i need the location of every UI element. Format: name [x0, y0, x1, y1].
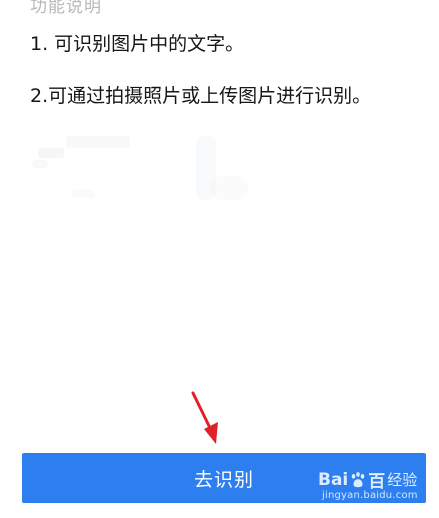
- feature-item-1: 1. 可识别图片中的文字。: [30, 33, 245, 55]
- faded-graphic: [72, 190, 94, 198]
- feature-page: 功能说明 1. 可识别图片中的文字。 2.可通过拍摄照片或上传图片进行识别。 去…: [0, 0, 439, 518]
- start-recognition-button[interactable]: 去识别: [22, 453, 426, 503]
- annotation-arrow-icon: [191, 391, 218, 444]
- feature-heading: 功能说明: [30, 0, 102, 17]
- faded-graphic: [32, 160, 48, 168]
- start-recognition-label: 去识别: [193, 468, 254, 491]
- faded-graphic: [38, 148, 64, 158]
- faded-graphic: [66, 136, 130, 148]
- feature-item-2: 2.可通过拍摄照片或上传图片进行识别。: [30, 85, 372, 107]
- faded-graphic: [210, 176, 248, 200]
